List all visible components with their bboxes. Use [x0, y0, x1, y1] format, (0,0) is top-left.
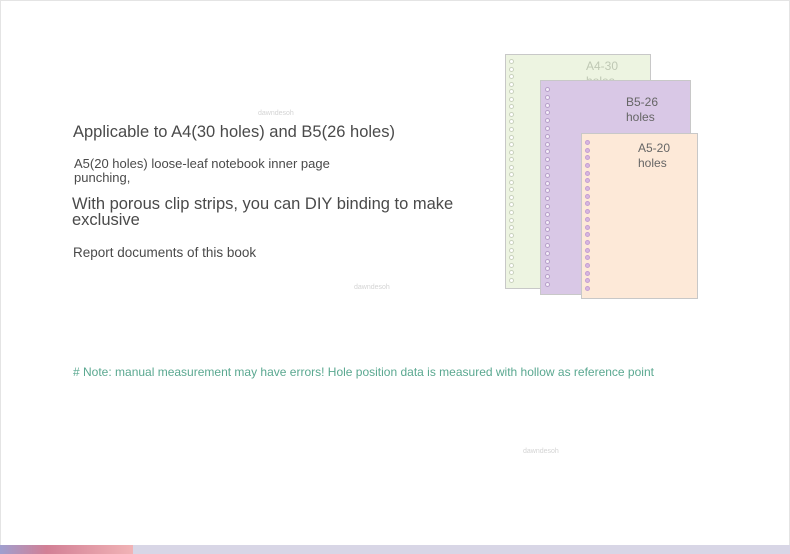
punch-hole: [585, 278, 590, 284]
punch-hole: [545, 227, 550, 233]
punch-hole: [585, 170, 590, 176]
punch-hole: [545, 102, 550, 108]
punch-hole: [585, 224, 590, 230]
punch-hole: [545, 94, 550, 100]
bottom-gradient-segment: [0, 545, 133, 554]
punch-hole: [585, 155, 590, 161]
punch-hole: [545, 258, 550, 264]
punch-hole: [509, 81, 514, 87]
punch-hole: [509, 194, 514, 200]
punch-hole: [545, 250, 550, 256]
punch-hole: [509, 119, 514, 125]
punch-hole: [585, 255, 590, 261]
punch-hole: [509, 89, 514, 95]
punch-hole: [585, 232, 590, 238]
punch-hole: [509, 66, 514, 72]
punch-hole: [545, 204, 550, 209]
punch-hole: [585, 178, 590, 184]
punch-hole: [509, 278, 514, 283]
punch-hole: [585, 247, 590, 253]
punch-hole: [509, 240, 514, 246]
punch-hole: [545, 133, 550, 139]
punch-hole: [585, 270, 590, 276]
page-heading: Applicable to A4(30 holes) and B5(26 hol…: [73, 123, 395, 141]
punch-hole: [509, 149, 514, 155]
punch-hole: [585, 216, 590, 222]
punch-hole: [545, 211, 550, 217]
punch-hole: [509, 74, 514, 80]
watermark-text: dawndesoh: [523, 448, 559, 455]
punch-hole: [545, 165, 550, 170]
a5-sheet-label: A5-20 holes: [638, 141, 671, 170]
bottom-decor-bar: [0, 545, 790, 554]
report-text: Report documents of this book: [73, 245, 257, 260]
punch-hole: [545, 219, 550, 225]
punch-hole: [509, 270, 514, 276]
watermark-text: dawndesoh: [258, 110, 294, 117]
punch-hole: [585, 209, 590, 215]
punch-hole: [545, 110, 550, 116]
punch-hole: [585, 286, 590, 291]
watermark-text: dawndesoh: [354, 284, 390, 291]
punch-hole: [545, 243, 550, 248]
measurement-note: # Note: manual measurement may have erro…: [73, 365, 654, 379]
punch-hole: [545, 266, 550, 272]
punch-hole: [585, 239, 590, 245]
punch-hole: [509, 179, 514, 185]
punch-hole: [509, 225, 514, 231]
punch-hole: [545, 87, 550, 92]
punch-hole: [509, 232, 514, 238]
punch-hole: [585, 147, 590, 153]
punch-hole: [585, 201, 590, 207]
punch-hole: [585, 262, 590, 268]
punch-hole: [545, 149, 550, 155]
punch-hole: [545, 118, 550, 124]
punch-hole: [545, 188, 550, 194]
punch-hole: [509, 59, 514, 64]
punch-hole: [509, 210, 514, 216]
feature-text: With porous clip strips, you can DIY bin…: [72, 195, 454, 229]
punch-hole: [585, 193, 590, 199]
punch-hole: [545, 157, 550, 163]
punch-hole: [509, 96, 514, 102]
punch-hole: [545, 141, 550, 147]
punch-hole: [509, 217, 514, 223]
punch-hole: [509, 104, 514, 110]
punch-hole: [509, 202, 514, 208]
punch-hole: [545, 282, 550, 287]
punch-hole: [509, 247, 514, 253]
punch-hole: [545, 196, 550, 202]
punch-hole: [545, 274, 550, 280]
punch-hole: [545, 172, 550, 178]
punch-hole: [585, 163, 590, 169]
a5-sheet-illustration: A5-20 holes: [581, 133, 698, 299]
punch-hole: [545, 235, 550, 241]
punch-hole: [509, 111, 514, 117]
punch-hole: [545, 180, 550, 186]
punch-hole: [509, 134, 514, 140]
subtext-a5-punching: A5(20 holes) loose-leaf notebook inner p…: [74, 156, 330, 185]
punch-hole: [509, 262, 514, 268]
punch-hole: [509, 142, 514, 148]
punch-hole: [545, 126, 550, 131]
b5-sheet-label: B5-26 holes: [626, 95, 659, 124]
punch-hole: [509, 164, 514, 170]
punch-hole: [509, 126, 514, 132]
punch-hole: [509, 255, 514, 261]
punch-hole: [585, 140, 590, 145]
punch-hole: [509, 157, 514, 163]
punch-hole: [509, 172, 514, 178]
punch-hole: [509, 187, 514, 193]
punch-hole: [585, 186, 590, 192]
